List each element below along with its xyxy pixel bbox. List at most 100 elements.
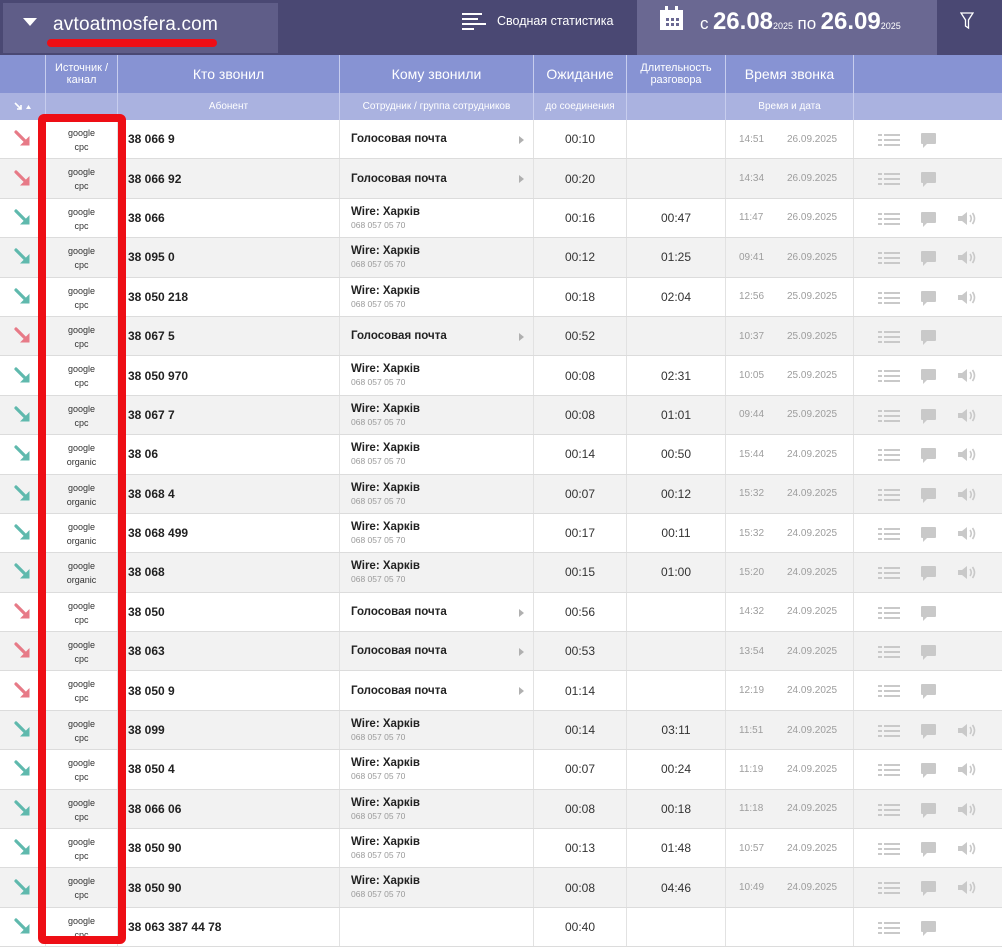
table-row[interactable]: google organic 38 068 499 Wire: Харків 068 0… [0,513,1002,554]
callee[interactable]: Голосовая почта [340,592,534,632]
details-list-icon[interactable] [878,134,900,146]
details-list-icon[interactable] [878,803,900,816]
details-list-icon[interactable] [878,843,900,856]
comment-icon[interactable] [921,172,936,188]
table-row[interactable]: google cpc 38 063 Голосовая почта 00:53 13:54… [0,632,1002,672]
summary-stats-label[interactable]: Сводная статистика [497,14,613,28]
date-to[interactable]: 26.09 [821,8,881,35]
callee[interactable]: Wire: Харків 068 057 05 70 [340,198,534,238]
callee[interactable]: Wire: Харків 068 057 05 70 [340,829,534,868]
callee[interactable]: Голосовая почта [340,159,534,198]
details-list-icon[interactable] [878,606,900,619]
callee[interactable]: Wire: Харків 068 057 05 70 [340,789,534,829]
site-selector[interactable]: avtoatmosfera.com [3,3,278,53]
callee[interactable]: Wire: Харків 068 057 05 70 [340,710,534,750]
callee[interactable]: Голосовая почта [340,120,534,159]
caller-number[interactable]: 38 050 970 [118,356,340,395]
expand-arrow-icon[interactable] [519,648,524,657]
comment-icon[interactable] [921,842,936,858]
table-row[interactable]: google cpc 38 063 387 44 78 00:40 [0,907,1002,947]
expand-arrow-icon[interactable] [519,175,524,184]
table-row[interactable]: google organic 38 068 4 Wire: Харків 068 057… [0,474,1002,514]
comment-icon[interactable] [921,526,936,542]
details-list-icon[interactable] [878,646,900,659]
details-list-icon[interactable] [878,252,900,265]
table-row[interactable]: google cpc 38 066 06 Wire: Харків 068 057 05… [0,789,1002,830]
play-record-icon[interactable] [957,447,977,462]
play-record-icon[interactable] [957,762,977,777]
caller-number[interactable]: 38 050 90 [118,829,340,868]
table-row[interactable]: google cpc 38 050 4 Wire: Харків 068 057 05 … [0,750,1002,790]
play-record-icon[interactable] [957,841,977,856]
caller-number[interactable]: 38 066 [118,198,340,238]
callee[interactable]: Wire: Харків 068 057 05 70 [340,435,534,474]
expand-arrow-icon[interactable] [519,687,524,696]
caller-number[interactable]: 38 067 7 [118,395,340,435]
sort-icon[interactable] [13,101,32,112]
calendar-icon[interactable] [660,6,683,30]
caller-number[interactable]: 38 067 5 [118,316,340,356]
comment-icon[interactable] [921,290,936,306]
details-list-icon[interactable] [878,449,900,462]
table-row[interactable]: google cpc 38 050 90 Wire: Харків 068 057 05… [0,829,1002,869]
play-record-icon[interactable] [957,408,977,423]
details-list-icon[interactable] [878,764,900,777]
caller-number[interactable]: 38 066 06 [118,789,340,829]
details-list-icon[interactable] [878,685,900,698]
caret-down-icon[interactable] [23,18,37,26]
filter-button[interactable] [939,0,1002,55]
table-row[interactable]: google cpc 38 050 218 Wire: Харків 068 057 0… [0,277,1002,317]
expand-arrow-icon[interactable] [519,136,524,144]
table-row[interactable]: google organic 38 06 Wire: Харків 068 057 05… [0,435,1002,475]
comment-icon[interactable] [921,605,936,621]
callee[interactable]: Wire: Харків 068 057 05 70 [340,395,534,435]
details-list-icon[interactable] [878,330,900,343]
comment-icon[interactable] [921,684,936,700]
caller-number[interactable]: 38 068 4 [118,474,340,513]
table-row[interactable]: google cpc 38 099 Wire: Харків 068 057 05 70… [0,710,1002,751]
comment-icon[interactable] [921,881,936,897]
play-record-icon[interactable] [957,487,977,502]
comment-icon[interactable] [921,723,936,739]
comment-icon[interactable] [921,251,936,267]
play-record-icon[interactable] [957,802,977,817]
comment-icon[interactable] [921,645,936,661]
table-row[interactable]: google cpc 38 066 9 Голосовая почта 00:10 14:… [0,120,1002,160]
play-record-icon[interactable] [957,368,977,383]
table-row[interactable]: google cpc 38 050 970 Wire: Харків 068 057 0… [0,356,1002,396]
comment-icon[interactable] [921,566,936,582]
date-range[interactable]: с 26.082025 по 26.092025 [700,8,901,36]
table-row[interactable]: google cpc 38 050 90 Wire: Харків 068 057 05… [0,868,1002,908]
caller-number[interactable]: 38 06 [118,435,340,474]
callee[interactable]: Wire: Харків 068 057 05 70 [340,277,534,316]
expand-arrow-icon[interactable] [519,332,524,341]
caller-number[interactable]: 38 068 499 [118,513,340,553]
callee[interactable]: Wire: Харків 068 057 05 70 [340,513,534,553]
comment-icon[interactable] [921,211,936,227]
comment-icon[interactable] [921,369,936,385]
table-row[interactable]: google organic 38 068 Wire: Харків 068 057 0… [0,553,1002,593]
caller-number[interactable]: 38 063 [118,632,340,671]
caller-number[interactable]: 38 063 387 44 78 [118,907,340,947]
play-record-icon[interactable] [957,565,977,580]
details-list-icon[interactable] [878,212,900,225]
caller-number[interactable]: 38 066 92 [118,159,340,198]
details-list-icon[interactable] [878,370,900,383]
callee[interactable]: Wire: Харків 068 057 05 70 [340,238,534,277]
callee[interactable]: Голосовая почта [340,671,534,710]
play-record-icon[interactable] [957,290,977,305]
play-record-icon[interactable] [957,526,977,541]
caller-number[interactable]: 38 050 [118,592,340,632]
callee[interactable]: Wire: Харків 068 057 05 70 [340,868,534,907]
comment-icon[interactable] [921,448,936,464]
sort-toggle[interactable] [0,93,46,120]
caller-number[interactable]: 38 099 [118,710,340,750]
details-list-icon[interactable] [878,488,900,501]
callee[interactable]: Wire: Харків 068 057 05 70 [340,553,534,592]
caller-number[interactable]: 38 066 9 [118,120,340,159]
table-row[interactable]: google cpc 38 050 9 Голосовая почта 01:14 12:… [0,671,1002,711]
callee[interactable]: Wire: Харків 068 057 05 70 [340,474,534,513]
callee[interactable]: Wire: Харків 068 057 05 70 [340,356,534,395]
comment-icon[interactable] [921,802,936,818]
details-list-icon[interactable] [878,291,900,304]
